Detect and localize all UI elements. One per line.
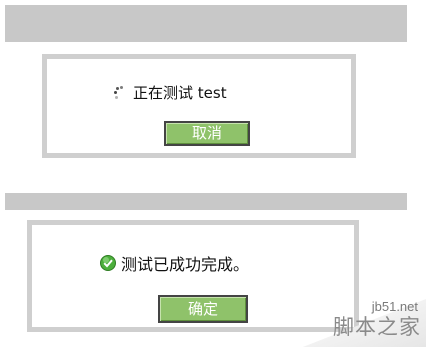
top-bar: [5, 5, 407, 42]
progress-message-text: 正在测试 test: [133, 84, 227, 102]
spinner-icon: [113, 85, 127, 100]
cancel-button[interactable]: 取消: [164, 121, 250, 146]
completion-message: 测试已成功完成。: [100, 251, 249, 275]
test-progress-dialog: 正在测试 test 取消: [42, 54, 356, 158]
ok-button[interactable]: 确定: [158, 295, 248, 323]
separator-bar: [5, 193, 407, 210]
completion-message-text: 测试已成功完成。: [121, 255, 250, 274]
watermark-name: 脚本之家: [333, 315, 421, 339]
test-complete-dialog: 测试已成功完成。 确定: [27, 220, 359, 332]
success-check-icon: [100, 255, 116, 271]
progress-message: 正在测试 test: [113, 82, 227, 103]
